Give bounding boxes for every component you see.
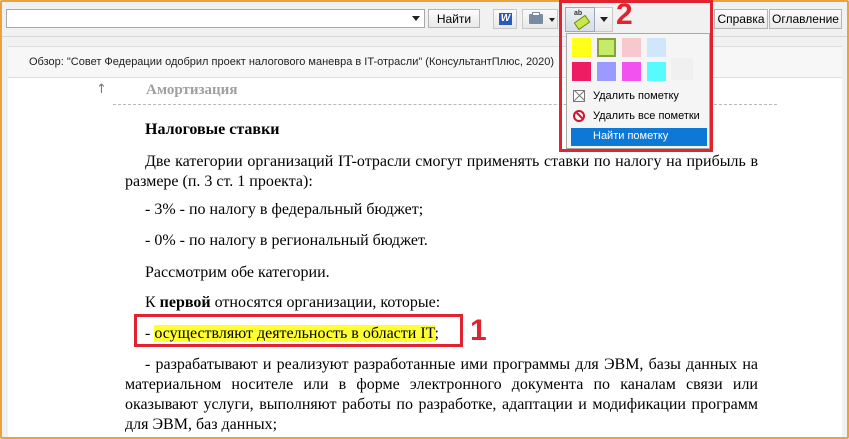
contents-button[interactable]: Оглавление [769,9,842,29]
search-input[interactable] [6,9,412,28]
section-title: Амортизация [146,82,238,98]
arrow-up-icon[interactable]: ↑ [96,82,107,97]
help-button[interactable]: Справка [714,9,768,29]
callout-box-1 [134,314,463,347]
search-history-dropdown[interactable] [407,9,425,28]
find-button[interactable]: Найти [428,9,480,28]
callout-number-2: 2 [616,0,633,31]
print-button[interactable] [522,9,558,29]
callout-box-2 [559,0,713,152]
document-header: Обзор: "Совет Федерации одобрил проект н… [8,46,842,77]
callout-number-1: 1 [470,314,487,347]
paragraph: - 0% - по налогу в региональный бюджет. [145,232,428,249]
paragraph: - 3% - по налогу в федеральный бюджет; [145,201,424,218]
word-icon: W [499,13,512,25]
paragraph: Две категории организаций IT-отрасли смо… [125,153,758,190]
bold-text: первой [159,294,211,311]
toolbar: Найти W ab Справка Оглавление [2,2,847,37]
text: относятся организации, которые: [210,294,441,311]
chevron-down-icon [549,18,555,22]
paragraph: - разрабатывают и реализуют разработанны… [125,356,758,433]
document-page: ↑ Амортизация Налоговые ставки Две катег… [8,77,842,437]
chevron-down-icon [411,16,420,21]
text: К [145,294,160,311]
paragraph: Рассмотрим обе категории. [145,264,330,281]
paragraph: К первой относятся организации, которые: [145,293,775,313]
document-title: Обзор: "Совет Федерации одобрил проект н… [29,56,555,68]
application-window: Найти W ab Справка Оглавление Обзор: "Со… [0,0,849,439]
export-to-word-button[interactable]: W [493,9,517,29]
